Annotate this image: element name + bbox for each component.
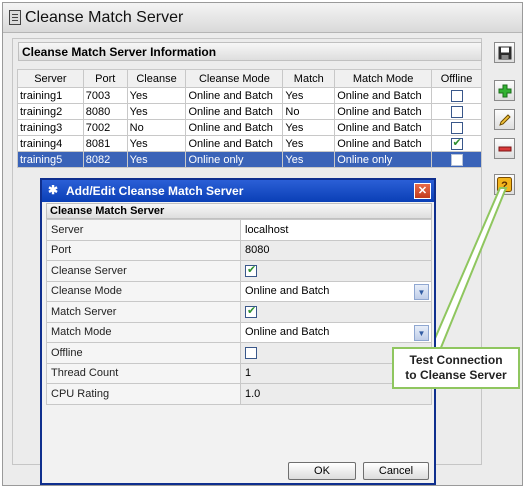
match-server-label: Match Server [46, 301, 241, 323]
chevron-down-icon[interactable]: ▼ [414, 324, 429, 341]
offline-label: Offline [46, 342, 241, 364]
offline-checkbox[interactable] [245, 346, 257, 359]
match-mode-label: Match Mode [46, 321, 241, 343]
cancel-button[interactable]: Cancel [363, 462, 429, 480]
cpu-rating-label: CPU Rating [46, 383, 241, 405]
gear-icon: ✱ [48, 183, 59, 197]
cleanse-mode-label: Cleanse Mode [46, 280, 241, 302]
cleanse-mode-select[interactable]: Online and Batch ▼ [240, 280, 432, 302]
ok-button[interactable]: OK [288, 462, 356, 480]
test-connection-callout: Test Connection to Cleanse Server [392, 347, 520, 389]
dialog-section-title: Cleanse Match Server [46, 203, 432, 219]
cleanse-server-checkbox[interactable] [245, 263, 257, 277]
port-label: Port [46, 239, 241, 261]
match-mode-select[interactable]: Online and Batch ▼ [240, 321, 432, 343]
thread-count-label: Thread Count [46, 362, 241, 384]
match-mode-value: Online and Batch [245, 326, 330, 339]
cleanse-server-label: Cleanse Server [46, 260, 241, 282]
callout-line-2: to Cleanse Server [405, 368, 507, 382]
dialog-title: Add/Edit Cleanse Match Server [66, 184, 244, 198]
dialog-titlebar: ✱ Add/Edit Cleanse Match Server ✕ [42, 180, 434, 202]
cleanse-mode-value: Online and Batch [245, 285, 330, 298]
chevron-down-icon[interactable]: ▼ [414, 283, 429, 300]
port-input[interactable]: 8080 [240, 239, 432, 261]
server-label: Server [46, 219, 241, 241]
close-button[interactable]: ✕ [414, 183, 431, 199]
cleanse-server-cell [240, 260, 432, 282]
callout-line-1: Test Connection [409, 353, 503, 367]
server-input[interactable]: localhost [240, 219, 432, 241]
match-server-checkbox[interactable] [245, 304, 257, 318]
match-server-cell [240, 301, 432, 323]
server-form: Server localhost Port 8080 Cleanse Serve… [46, 219, 432, 405]
